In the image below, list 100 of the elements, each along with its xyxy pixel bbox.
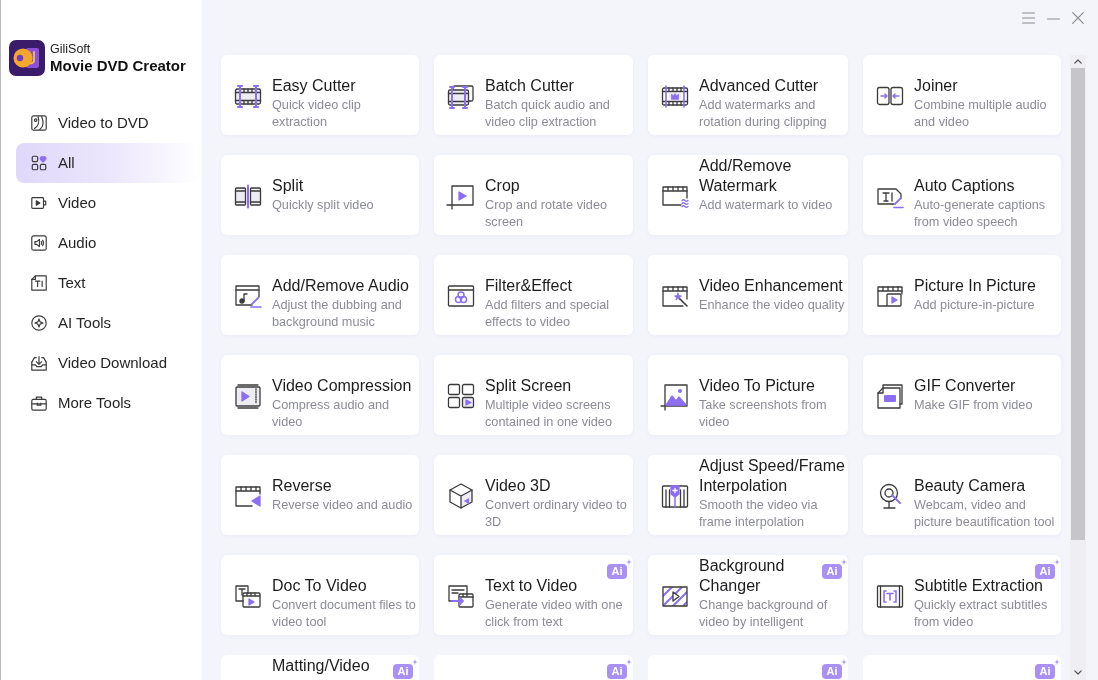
tool-card[interactable]: Batch Cutter Batch quick audio and video clip extraction	[434, 55, 633, 135]
tool-title: Video To Picture	[699, 377, 815, 394]
tool-card[interactable]: Text to Video Generate video with one click from text Ai	[434, 555, 633, 635]
tool-title: Text to Video	[485, 577, 578, 594]
tool-card[interactable]: Beauty Camera Webcam, video and picture beautification tool	[863, 455, 1061, 535]
grid-heart-icon	[30, 154, 48, 172]
tool-description: Combine multiple audio and video	[914, 97, 1048, 131]
tool-description: Add watermarks and rotation during clipping	[699, 97, 828, 131]
cube-icon	[446, 481, 476, 511]
compress-play-icon	[233, 381, 263, 411]
tool-description: Smooth the video via frame interpolation	[699, 497, 819, 531]
tool-card[interactable]: Joiner Combine multiple audio and video	[863, 55, 1061, 135]
tool-description: Convert document files to video tool	[272, 597, 417, 631]
tool-card[interactable]: Video Compression Compress audio and video	[221, 355, 419, 435]
tool-card[interactable]: Add/Remove Watermark Add watermark to video	[648, 155, 848, 235]
tool-title: Add/Remove Audio	[272, 277, 409, 294]
tool-title: Adjust Speed/Frame Interpolation	[699, 457, 845, 494]
sidebar-item[interactable]: Text	[16, 263, 200, 303]
tool-description: Quickly split video	[272, 197, 374, 214]
app-logo-icon	[9, 40, 45, 76]
tool-description: Compress audio and video	[272, 397, 391, 431]
sidebar-item[interactable]: Video to DVD	[16, 103, 200, 143]
tool-title: Background Changer	[699, 557, 785, 594]
tool-card[interactable]: Video To Picture Take screenshots from video	[648, 355, 848, 435]
product-name: Movie DVD Creator	[50, 56, 186, 75]
tool-title: Advanced Cutter	[699, 77, 819, 94]
tool-description: Make GIF from video	[914, 397, 1033, 414]
tool-description: Change background of video by intelligent	[699, 597, 829, 631]
tool-title: Add/Remove Watermark	[699, 157, 792, 194]
ai-badge: Ai	[393, 664, 413, 679]
scrollbar-thumb[interactable]	[1071, 68, 1085, 540]
tool-title: Picture In Picture	[914, 277, 1036, 294]
tool-title: Batch Cutter	[485, 77, 574, 94]
toolbox-icon	[30, 394, 48, 412]
tool-card[interactable]: Split Quickly split video	[221, 155, 419, 235]
tool-card[interactable]: Add/Remove Audio Adjust the dubbing and background music	[221, 255, 419, 335]
tool-card[interactable]: Easy Cutter Quick video clip extraction	[221, 55, 419, 135]
tool-card[interactable]: Subtitle Extraction Quickly extract subtitles from video Ai	[863, 555, 1061, 635]
menu-icon[interactable]	[1022, 12, 1035, 24]
tool-card[interactable]: Auto Captions Auto-generate captions from video speech	[863, 155, 1061, 235]
tool-card[interactable]: Video Enhancement Enhance the video quality	[648, 255, 848, 335]
tool-description: Reverse video and audio	[272, 497, 413, 514]
tool-card[interactable]: Picture In Picture Add picture-in-picture	[863, 255, 1061, 335]
sidebar-item[interactable]: Video	[16, 183, 200, 223]
tool-description: Enhance the video quality	[699, 297, 845, 314]
tool-description: Batch quick audio and video clip extraction	[485, 97, 611, 131]
close-icon[interactable]	[1072, 12, 1084, 24]
tool-description: Quickly extract subtitles from video	[914, 597, 1049, 631]
ai-badge: Ai	[822, 664, 842, 679]
tool-card[interactable]: Doc To Video Convert document files to video tool	[221, 555, 419, 635]
tool-title: Crop	[485, 177, 520, 194]
tool-description: Quick video clip extraction	[272, 97, 362, 131]
tool-card[interactable]: Split Screen Multiple video screens contained in one video	[434, 355, 633, 435]
download-tray-icon	[30, 354, 48, 372]
scroll-down-icon[interactable]	[1074, 670, 1082, 675]
sidebar-item[interactable]: More Tools	[16, 383, 200, 423]
tool-title: Split	[272, 177, 304, 194]
scroll-up-icon[interactable]	[1074, 59, 1082, 64]
disc-box-icon	[30, 114, 48, 132]
text-document-icon	[30, 274, 48, 292]
tool-description: Webcam, video and picture beautification tool	[914, 497, 1056, 531]
tool-description: Add picture-in-picture	[914, 297, 1035, 314]
sparkle-icon	[1054, 659, 1060, 665]
ai-badge: Ai	[607, 664, 627, 679]
tool-title: Reverse	[272, 477, 332, 494]
tool-title: Subtitle Extraction	[914, 577, 1043, 594]
tool-title: Video 3D	[485, 477, 551, 494]
ai-badge: Ai	[607, 564, 627, 579]
tool-card[interactable]: GIF Converter Make GIF from video	[863, 355, 1061, 435]
tool-description: Multiple video screens contained in one video	[485, 397, 613, 431]
tool-card[interactable]: Reverse Reverse video and audio	[221, 455, 419, 535]
tool-description: Take screenshots from video	[699, 397, 828, 431]
tool-description: Generate video with one click from text	[485, 597, 624, 631]
tool-title: Auto Captions	[914, 177, 1015, 194]
tool-title: Video Enhancement	[699, 277, 843, 294]
sparkle-icon	[1054, 559, 1060, 565]
sidebar-item[interactable]: Video Download	[16, 343, 200, 383]
video-play-icon	[30, 194, 48, 212]
sparkle-icon	[841, 559, 847, 565]
tool-card[interactable]: Matting/Video Ai	[221, 655, 419, 680]
tool-card[interactable]: Advanced Cutter Add watermarks and rotation during clipping	[648, 55, 848, 135]
tool-card[interactable]: Video 3D Convert ordinary video to 3D	[434, 455, 633, 535]
tool-card[interactable]: Adjust Speed/Frame Interpolation Smooth the video via frame interpolation	[648, 455, 848, 535]
sparkle-icon	[626, 559, 632, 565]
tool-description: Add filters and special effects to video	[485, 297, 611, 331]
tool-card[interactable]: Crop Crop and rotate video screen	[434, 155, 633, 235]
sparkle-icon	[412, 659, 418, 665]
tool-card[interactable]: Filter&Effect Add filters and special effects to video	[434, 255, 633, 335]
sidebar-item[interactable]: AI Tools	[16, 303, 200, 343]
speaker-box-icon	[30, 234, 48, 252]
tool-title: GIF Converter	[914, 377, 1016, 394]
sidebar-item[interactable]: Audio	[16, 223, 200, 263]
tool-title: Video Compression	[272, 377, 412, 394]
tool-card[interactable]: Background Changer Change background of video by intelligent Ai	[648, 555, 848, 635]
tool-title: Doc To Video	[272, 577, 367, 594]
grid-play-icon	[446, 381, 476, 411]
brand-name: GiliSoft	[50, 41, 91, 57]
ai-badge: Ai	[1035, 564, 1055, 579]
sparkle-icon	[841, 659, 847, 665]
file-stack-icon	[875, 381, 905, 411]
